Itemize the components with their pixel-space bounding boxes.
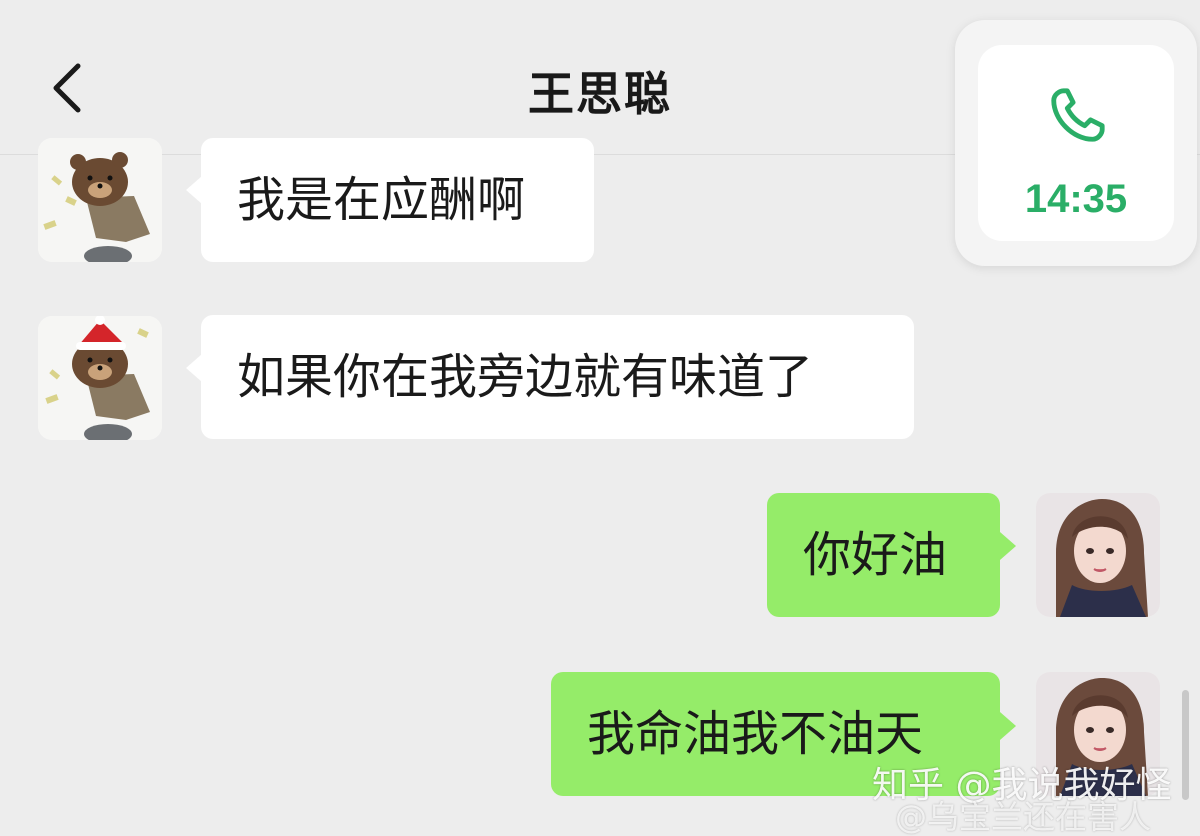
bear-avatar[interactable] — [38, 316, 162, 440]
bubble-tail — [1000, 712, 1016, 740]
scrollbar[interactable] — [1182, 690, 1189, 800]
message-bubble[interactable]: 如果你在我旁边就有味道了 — [201, 315, 914, 439]
call-card[interactable]: 14:35 — [978, 45, 1174, 241]
message-bubble[interactable]: 我是在应酬啊 — [201, 138, 594, 262]
call-floating-window[interactable]: 14:35 — [955, 20, 1197, 266]
phone-icon — [1051, 88, 1105, 142]
watermark-text-secondary: @乌宝兰还在害人 — [895, 798, 1152, 836]
girl-avatar[interactable] — [1036, 493, 1160, 617]
bubble-tail — [186, 176, 202, 204]
girl-avatar-image — [1036, 493, 1160, 617]
bubble-tail — [186, 354, 202, 382]
bear-avatar-image — [38, 316, 162, 440]
bear-avatar[interactable] — [38, 138, 162, 262]
bubble-tail — [1000, 532, 1016, 560]
bear-avatar-image — [38, 138, 162, 262]
message-bubble[interactable]: 你好油 — [767, 493, 1000, 617]
call-duration: 14:35 — [1024, 177, 1128, 221]
